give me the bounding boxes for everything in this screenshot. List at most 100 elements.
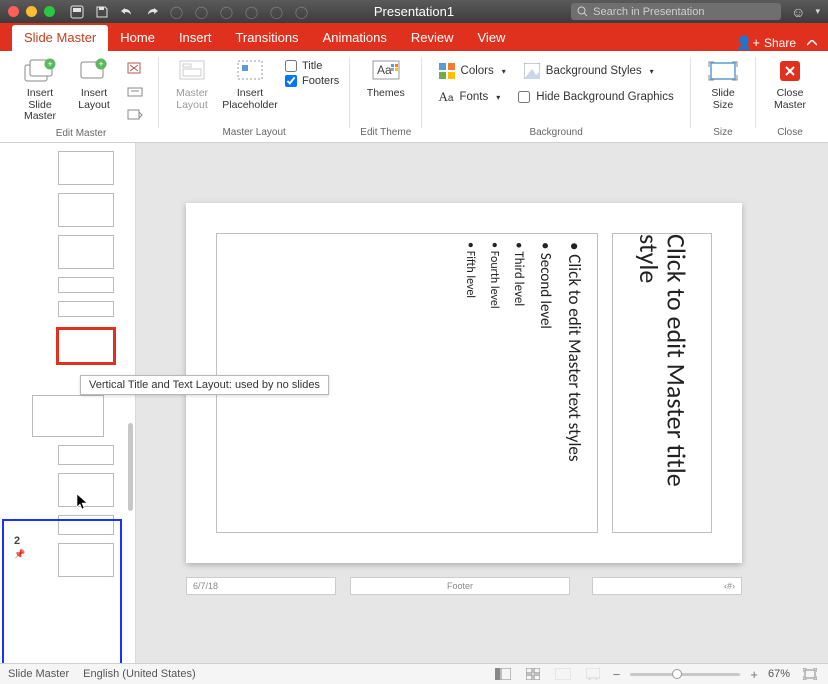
minimize-window-icon[interactable] (26, 6, 37, 17)
body-level-3: • Third level (511, 242, 526, 524)
scrollbar-thumb[interactable] (128, 423, 133, 511)
rename-layout-button[interactable] (124, 82, 146, 102)
title-placeholder[interactable]: Click to edit Master title style (612, 233, 712, 533)
slide-size-button[interactable]: Slide Size (701, 56, 745, 111)
fit-to-window-icon[interactable] (800, 667, 820, 681)
hide-background-checkbox[interactable]: Hide Background Graphics (518, 86, 673, 108)
status-bar: Slide Master English (United States) − +… (0, 663, 828, 684)
themes-button[interactable]: Aa Themes (361, 56, 411, 100)
search-placeholder: Search in Presentation (593, 6, 704, 18)
group-label-edit-master: Edit Master (56, 128, 107, 141)
group-label-size: Size (713, 127, 732, 140)
qat-disabled-icon: ◯ (219, 4, 234, 19)
main-area: 2 📌 Vertical Title and Text Layout: used… (0, 143, 828, 663)
status-mode: Slide Master (8, 668, 69, 680)
tab-animations[interactable]: Animations (311, 25, 399, 51)
footer-number-placeholder[interactable]: ‹#› (592, 577, 742, 595)
layout-thumbnail[interactable] (58, 193, 114, 227)
thumbnail-pane[interactable]: 2 📌 (0, 143, 136, 663)
group-label-master-layout: Master Layout (222, 127, 285, 140)
footer-center-placeholder[interactable]: Footer (350, 577, 570, 595)
tab-review[interactable]: Review (399, 25, 466, 51)
normal-view-icon[interactable] (493, 667, 513, 681)
colors-dropdown[interactable]: Colors▾ (439, 60, 506, 82)
qat-disabled-icon: ◯ (244, 4, 259, 19)
slide-canvas[interactable]: Click to edit Master title style • Click… (136, 143, 828, 663)
close-master-button[interactable]: Close Master (766, 56, 814, 111)
layout-thumbnail-selected[interactable] (58, 329, 114, 363)
feedback-dropdown-icon[interactable]: ▾ (815, 6, 820, 17)
undo-icon[interactable] (119, 4, 134, 19)
search-input[interactable]: Search in Presentation (571, 3, 781, 20)
master-thumbnail[interactable] (32, 395, 104, 437)
zoom-percent[interactable]: 67% (768, 668, 790, 680)
svg-text:Aa: Aa (377, 63, 392, 77)
group-label-background: Background (529, 127, 582, 140)
footer-date-placeholder[interactable]: 6/7/18 (186, 577, 336, 595)
reading-view-icon (553, 667, 573, 681)
zoom-window-icon[interactable] (44, 6, 55, 17)
feedback-smiley-icon[interactable]: ☺ (791, 4, 805, 20)
layout-thumbnail[interactable] (58, 151, 114, 185)
title-bar: ◯ ◯ ◯ ◯ ◯ ◯ Presentation1 Search in Pres… (0, 0, 828, 23)
layout-tooltip: Vertical Title and Text Layout: used by … (80, 375, 329, 395)
fonts-dropdown[interactable]: Aa Fonts▾ (439, 86, 501, 108)
share-button[interactable]: 👤+Share (736, 35, 796, 51)
group-edit-theme: Aa Themes Edit Theme (352, 53, 419, 142)
insert-slide-master-button[interactable]: + Insert Slide Master (14, 56, 66, 123)
save-icon[interactable] (94, 4, 109, 19)
body-level-1: • Click to edit Master text styles (564, 242, 585, 524)
edit-master-mini-buttons (122, 56, 148, 128)
qat-disabled-icon: ◯ (194, 4, 209, 19)
footers-checkbox[interactable]: Footers (285, 75, 339, 87)
search-icon (577, 6, 588, 17)
body-level-2: • Second level (536, 242, 554, 524)
layout-thumbnail[interactable] (58, 301, 114, 317)
group-label-close: Close (777, 127, 803, 140)
group-close: Close Master Close (758, 53, 822, 142)
title-text: Click to edit Master title style (635, 234, 690, 532)
group-edit-master: + Insert Slide Master + Insert Layout Ed… (6, 53, 156, 142)
master-index: 2 (14, 535, 20, 547)
layout-thumbnail[interactable] (58, 473, 114, 507)
group-master-layout: Master Layout Insert Placeholder Title F… (161, 53, 347, 142)
collapse-ribbon-icon[interactable] (806, 37, 818, 49)
group-size: Slide Size Size (693, 53, 753, 142)
tab-slide-master[interactable]: Slide Master (12, 25, 108, 51)
status-language[interactable]: English (United States) (83, 668, 196, 680)
master-layout-button: Master Layout (169, 56, 215, 111)
ribbon: + Insert Slide Master + Insert Layout Ed… (0, 51, 828, 143)
layout-thumbnail[interactable] (58, 277, 114, 293)
insert-placeholder-button[interactable]: Insert Placeholder (221, 56, 279, 111)
zoom-slider[interactable] (630, 673, 740, 676)
autosave-icon[interactable] (69, 4, 84, 19)
preserve-layout-button[interactable] (124, 105, 146, 125)
master-layout-checkboxes: Title Footers (285, 56, 339, 87)
insert-layout-button[interactable]: + Insert Layout (72, 56, 116, 111)
layout-thumbnail[interactable] (58, 515, 114, 535)
layout-thumbnail[interactable] (58, 235, 114, 269)
layout-thumbnail[interactable] (58, 543, 114, 577)
ribbon-tabs: Slide Master Home Insert Transitions Ani… (0, 23, 828, 51)
tab-home[interactable]: Home (108, 25, 167, 51)
body-level-5: • Fifth level (463, 242, 477, 524)
body-level-4: • Fourth level (487, 242, 501, 524)
qat-disabled-icon: ◯ (294, 4, 309, 19)
background-styles-dropdown[interactable]: Background Styles▾ (524, 60, 654, 82)
layout-thumbnail[interactable] (58, 445, 114, 465)
window-controls (8, 6, 55, 17)
zoom-in-button[interactable]: + (750, 667, 758, 682)
delete-layout-button[interactable] (124, 59, 146, 79)
redo-icon[interactable] (144, 4, 159, 19)
svg-text:+: + (98, 59, 103, 69)
slideshow-view-icon (583, 667, 603, 681)
sorter-view-icon[interactable] (523, 667, 543, 681)
zoom-out-button[interactable]: − (613, 667, 621, 682)
tab-insert[interactable]: Insert (167, 25, 224, 51)
close-window-icon[interactable] (8, 6, 19, 17)
tab-view[interactable]: View (466, 25, 518, 51)
tab-transitions[interactable]: Transitions (223, 25, 310, 51)
zoom-slider-thumb[interactable] (672, 669, 682, 679)
pin-icon: 📌 (14, 549, 25, 560)
title-checkbox[interactable]: Title (285, 60, 339, 72)
